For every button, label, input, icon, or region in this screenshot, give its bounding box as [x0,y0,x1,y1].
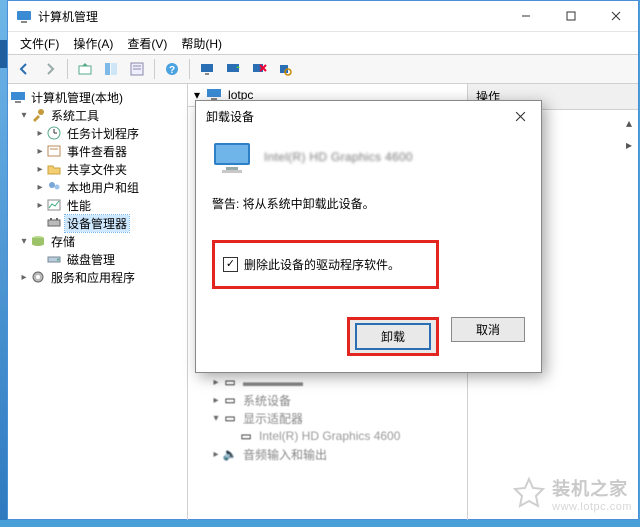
chevron-down-icon[interactable]: ▾ [18,109,30,121]
toolbar-refresh-icon[interactable] [221,57,245,81]
services-icon [30,269,46,285]
chip-icon: ▭ [222,374,238,390]
left-pane: 计算机管理(本地) ▾ 系统工具 ▸ 任务计划程序 ▸ 事件查看器 [8,84,188,520]
tree-label: 本地用户和组 [65,179,141,196]
tree-display-adapters[interactable]: ▾▭显示适配器 [192,409,463,427]
uninstall-button-highlight: 卸载 [347,317,439,356]
storage-icon [30,233,46,249]
tree-label: 服务和应用程序 [49,269,137,286]
toolbar-back-button[interactable] [12,57,36,81]
menu-view[interactable]: 查看(V) [121,33,173,54]
desktop-left-strip [0,0,7,520]
tree-label: 共享文件夹 [65,161,129,178]
device-manager-icon [46,215,62,231]
tree-disk-mgmt[interactable]: 磁盘管理 [10,250,185,268]
menu-file[interactable]: 文件(F) [14,33,65,54]
chevron-right-icon[interactable]: ▸ [34,199,46,211]
chevron-right-icon[interactable]: ▸ [34,181,46,193]
tree-shared-folders[interactable]: ▸ 共享文件夹 [10,160,185,178]
device-icon: ▭ [222,392,238,408]
tree-services-apps[interactable]: ▸ 服务和应用程序 [10,268,185,286]
toolbar-monitor-icon[interactable] [195,57,219,81]
toolbar-scan-icon[interactable] [273,57,297,81]
tree-storage[interactable]: ▾ 存储 [10,232,185,250]
monitor-icon [212,141,252,173]
tree-label: 系统工具 [49,107,101,124]
tree-item[interactable]: ▸▭系统设备 [192,391,463,409]
wrench-icon [30,107,46,123]
computer-icon [10,89,26,105]
menu-help[interactable]: 帮助(H) [175,33,228,54]
watermark-brand: 装机之家 [552,475,632,501]
dialog-warning-text: 警告: 将从系统中卸载此设备。 [212,195,525,212]
uninstall-button[interactable]: 卸载 [355,323,431,350]
menubar: 文件(F) 操作(A) 查看(V) 帮助(H) [8,31,638,54]
tree-audio[interactable]: ▸🔈音频输入和输出 [192,445,463,463]
dialog-titlebar[interactable]: 卸载设备 [196,101,541,131]
app-icon [16,8,32,24]
toolbar-uninstall-icon[interactable] [247,57,271,81]
menu-action[interactable]: 操作(A) [67,33,119,54]
toolbar: ? [8,54,638,84]
tree-item[interactable]: ▸▭▬▬▬▬▬ [192,373,463,391]
tree-label: 事件查看器 [65,143,129,160]
toolbar-help-button[interactable]: ? [160,57,184,81]
watermark-url: www.lotpc.com [552,501,632,513]
toolbar-properties-button[interactable] [125,57,149,81]
tree-label: 存储 [49,233,77,250]
checkbox-label: 删除此设备的驱动程序软件。 [244,256,400,273]
close-button[interactable] [593,1,638,31]
chevron-down-icon[interactable]: ▾ [18,235,30,247]
star-icon [512,477,546,511]
checkbox-icon[interactable]: ✓ [223,257,238,272]
tree-label: 性能 [65,197,93,214]
users-icon [46,179,62,195]
toolbar-show-hide-tree-button[interactable] [99,57,123,81]
tree-label: 设备管理器 [65,215,129,232]
watermark: 装机之家 www.lotpc.com [512,475,632,513]
tree-task-scheduler[interactable]: ▸ 任务计划程序 [10,124,185,142]
titlebar[interactable]: 计算机管理 [8,1,638,31]
chevron-right-icon[interactable]: ▸ [34,145,46,157]
device-name: Intel(R) HD Graphics 4600 [264,150,413,164]
display-icon: ▭ [238,428,254,444]
tree-event-viewer[interactable]: ▸ 事件查看器 [10,142,185,160]
maximize-button[interactable] [548,1,593,31]
tree-performance[interactable]: ▸ 性能 [10,196,185,214]
folder-share-icon [46,161,62,177]
dialog-title: 卸载设备 [206,108,254,125]
dialog-close-button[interactable] [505,104,535,128]
event-icon [46,143,62,159]
tree-local-users[interactable]: ▸ 本地用户和组 [10,178,185,196]
tree-root[interactable]: 计算机管理(本地) [10,88,185,106]
device-tree: ▸▭▬▬▬▬▬ ▸▭系统设备 ▾▭显示适配器 ▭Intel(R) HD Grap… [188,367,467,469]
chevron-right-icon[interactable]: ▸ [34,127,46,139]
speaker-icon: 🔈 [222,446,238,462]
disk-icon [46,251,62,267]
minimize-button[interactable] [503,1,548,31]
tree-system-tools[interactable]: ▾ 系统工具 [10,106,185,124]
tree-label: 任务计划程序 [65,125,141,142]
tree-device-manager[interactable]: 设备管理器 [10,214,185,232]
tree-label: 磁盘管理 [65,251,117,268]
toolbar-up-button[interactable] [73,57,97,81]
window-title: 计算机管理 [38,8,503,25]
clock-icon [46,125,62,141]
chevron-right-icon[interactable]: ▸ [34,163,46,175]
delete-driver-checkbox-row[interactable]: ✓ 删除此设备的驱动程序软件。 [212,240,439,289]
display-icon: ▭ [222,410,238,426]
chevron-right-icon[interactable]: ▸ [18,271,30,283]
cancel-button[interactable]: 取消 [451,317,525,342]
uninstall-device-dialog: 卸载设备 Intel(R) HD Graphics 4600 警告: 将从系统中… [195,100,542,373]
toolbar-forward-button[interactable] [38,57,62,81]
tree-root-label: 计算机管理(本地) [29,89,125,106]
tree-gpu-device[interactable]: ▭Intel(R) HD Graphics 4600 [192,427,463,445]
svg-text:?: ? [169,65,175,76]
perf-icon [46,197,62,213]
